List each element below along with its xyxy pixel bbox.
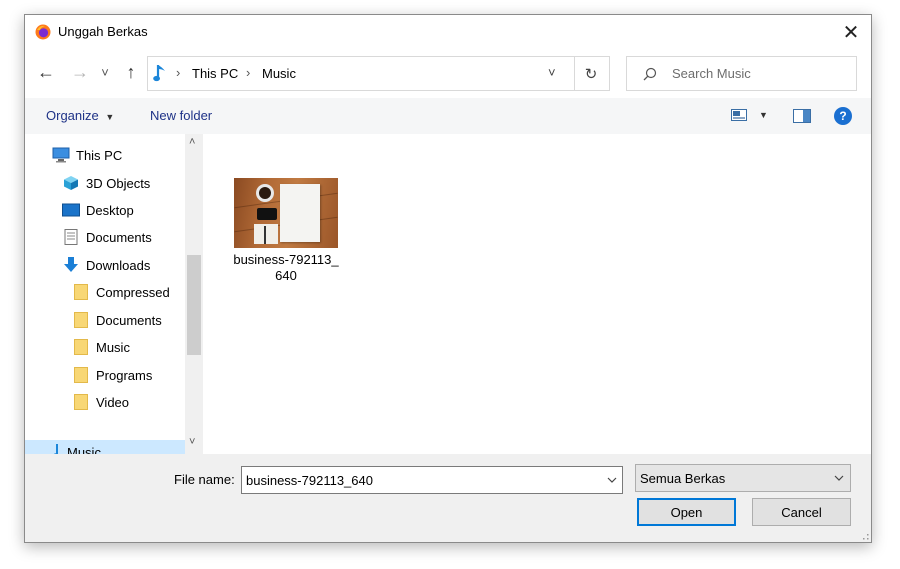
file-list: business-792113_640	[205, 134, 871, 454]
caret-down-icon: ▼	[759, 110, 768, 120]
organize-button[interactable]: Organize ▼	[46, 108, 114, 123]
navigation-pane: This PC 3D Objects Desktop Documents Dow…	[25, 134, 205, 454]
search-box[interactable]: Search Music	[626, 56, 857, 91]
sidebar-item-video[interactable]: Video	[72, 391, 129, 413]
command-toolbar: Organize ▼ New folder ▼ ?	[25, 98, 871, 134]
navigation-bar: ← → ˅ ↑ › This PC › Music ˅ ↻ Search Mus…	[25, 55, 871, 91]
close-icon: ✕	[842, 21, 860, 44]
file-upload-dialog: Unggah Berkas ✕ ← → ˅ ↑ › This PC › Musi…	[24, 14, 872, 543]
scroll-down-icon[interactable]: ˅	[189, 436, 195, 448]
sidebar-item-documents[interactable]: Documents	[62, 226, 152, 248]
music-note-icon	[153, 65, 165, 82]
preview-pane-icon[interactable]	[793, 109, 811, 123]
download-icon	[64, 257, 78, 272]
sidebar-item-label: Documents	[86, 229, 152, 245]
sidebar-item-compressed[interactable]: Compressed	[72, 281, 170, 303]
folder-icon	[72, 339, 90, 355]
folder-icon	[72, 394, 90, 410]
folder-icon	[72, 284, 90, 300]
computer-icon	[52, 147, 70, 163]
music-icon	[53, 444, 59, 454]
file-name-label: business-792113_640	[233, 252, 339, 283]
open-button[interactable]: Open	[637, 498, 736, 526]
file-type-value: Semua Berkas	[640, 471, 726, 486]
sidebar-item-3d-objects[interactable]: 3D Objects	[62, 172, 150, 194]
sidebar-item-label: This PC	[76, 147, 123, 163]
sidebar-item-label: Video	[96, 394, 130, 410]
recent-locations-button[interactable]: ˅	[98, 62, 112, 82]
resize-grip-icon[interactable]	[861, 532, 869, 540]
forward-button[interactable]: →	[69, 62, 91, 82]
file-type-select[interactable]: Semua Berkas	[635, 464, 851, 492]
sidebar-item-label: Music	[67, 445, 101, 454]
chevron-down-icon: ˅	[101, 64, 109, 80]
folder-icon	[72, 312, 90, 328]
sidebar-item-downloads[interactable]: Downloads	[62, 254, 150, 276]
sidebar-item-label: Compressed	[96, 284, 170, 300]
window-title: Unggah Berkas	[58, 24, 148, 39]
sidebar-item-label: Programs	[96, 367, 153, 383]
sidebar-item-label: Documents	[96, 312, 162, 328]
sidebar-item-label: 3D Objects	[86, 175, 151, 191]
title-bar: Unggah Berkas ✕	[25, 15, 871, 49]
chevron-down-icon	[607, 477, 617, 483]
file-name-label: File name:	[174, 472, 235, 487]
help-button[interactable]: ?	[834, 107, 852, 125]
refresh-button[interactable]: ↻	[573, 56, 610, 91]
sidebar-item-programs[interactable]: Programs	[72, 364, 152, 386]
sidebar-item-this-pc[interactable]: This PC	[52, 144, 122, 166]
up-arrow-icon: ↑	[126, 61, 136, 82]
scrollbar-thumb[interactable]	[187, 255, 201, 355]
sidebar-item-documents-folder[interactable]: Documents	[72, 309, 162, 331]
close-button[interactable]: ✕	[831, 15, 871, 49]
document-icon	[64, 229, 78, 245]
search-icon	[643, 67, 657, 81]
file-name-input[interactable]: business-792113_640	[241, 466, 623, 494]
address-history-dropdown[interactable]: ˅	[548, 65, 556, 80]
cube-icon	[64, 176, 78, 190]
change-view-button[interactable]: ▼	[731, 109, 768, 121]
sidebar-item-desktop[interactable]: Desktop	[62, 199, 134, 221]
folder-icon	[72, 367, 90, 383]
breadcrumb-this-pc[interactable]: This PC	[192, 66, 238, 81]
sidebar-item-music-folder[interactable]: Music	[72, 336, 130, 358]
address-bar[interactable]: › This PC › Music ˅	[147, 56, 575, 91]
help-icon: ?	[839, 109, 847, 123]
file-name-value: business-792113_640	[246, 473, 373, 488]
new-folder-button[interactable]: New folder	[150, 108, 212, 123]
sidebar-scrollbar[interactable]: ˄ ˅	[185, 134, 203, 454]
scroll-up-icon[interactable]: ˄	[189, 136, 195, 148]
file-item[interactable]: business-792113_640	[231, 178, 341, 284]
sidebar-item-label: Music	[96, 339, 130, 355]
file-thumbnail	[234, 178, 338, 248]
forward-arrow-icon: →	[71, 61, 89, 82]
breadcrumb-separator: ›	[246, 65, 251, 80]
desktop-icon	[62, 203, 80, 217]
back-arrow-icon: ←	[37, 61, 55, 82]
back-button[interactable]: ←	[35, 62, 57, 82]
search-placeholder: Search Music	[672, 66, 751, 81]
breadcrumb-music[interactable]: Music	[262, 66, 296, 81]
sidebar-item-label: Downloads	[86, 257, 151, 273]
refresh-icon: ↻	[584, 65, 598, 83]
up-button[interactable]: ↑	[121, 62, 141, 82]
organize-label: Organize	[46, 108, 99, 123]
bottom-panel: File name: business-792113_640 Semua Ber…	[25, 454, 871, 542]
cancel-button[interactable]: Cancel	[752, 498, 851, 526]
chevron-down-icon	[834, 475, 844, 481]
breadcrumb-separator: ›	[176, 65, 181, 80]
view-icon	[731, 109, 747, 121]
firefox-icon	[35, 24, 51, 40]
sidebar-item-label: Desktop	[86, 202, 134, 218]
caret-down-icon: ▼	[105, 112, 115, 122]
sidebar-item-music-selected[interactable]: Music	[25, 440, 185, 454]
file-name-dropdown-button[interactable]	[602, 467, 622, 493]
